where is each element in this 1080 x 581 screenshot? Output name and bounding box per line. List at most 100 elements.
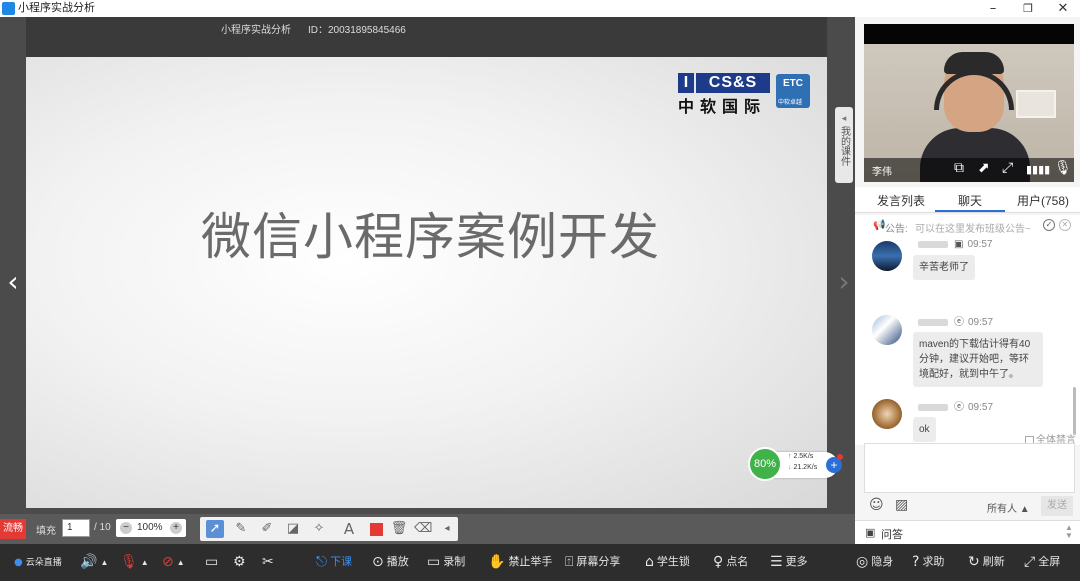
notice-placeholder[interactable]: 可以在这里发布班级公告~ bbox=[915, 220, 1031, 235]
emoji-icon[interactable]: ☺ bbox=[869, 497, 884, 513]
stage-header: 小程序实战分析 ID：20031895845466 bbox=[26, 17, 827, 57]
cloud-logo-icon: ● bbox=[14, 556, 23, 568]
camera-control[interactable]: ⊘ ▲ bbox=[162, 554, 185, 571]
playback-button[interactable]: ⊙ 播放 bbox=[372, 554, 409, 570]
chat-tabs: 发言列表 聊天 用户(758) bbox=[855, 187, 1080, 213]
next-slide-arrow-icon[interactable]: › bbox=[834, 267, 854, 297]
download-speed: ↓ 21.2K/s bbox=[788, 464, 818, 471]
slide-title: 微信小程序案例开发 bbox=[201, 208, 660, 266]
teacher-video: 李伟 ⧉ ⬈ ⤢ ▮▮▮▮ 🎙 bbox=[864, 24, 1074, 182]
avatar bbox=[872, 399, 902, 429]
zoom-in-button[interactable]: + bbox=[170, 522, 182, 534]
highlighter-icon[interactable]: ✐ bbox=[258, 520, 276, 538]
screenshot-button[interactable]: ✂ bbox=[262, 554, 277, 570]
text-icon[interactable]: A bbox=[340, 520, 358, 538]
expand-arrows-icon[interactable]: ▲ ▼ bbox=[1065, 524, 1073, 540]
screen-share-button[interactable]: ⍐ 屏幕分享 bbox=[565, 554, 620, 570]
tab-speaker-list[interactable]: 发言列表 bbox=[877, 192, 925, 209]
delete-icon[interactable]: 🗑 bbox=[390, 520, 408, 538]
avatar bbox=[872, 241, 902, 271]
notice-label: 公告: bbox=[885, 224, 908, 235]
smooth-quality-button[interactable]: 流畅 bbox=[0, 519, 26, 539]
popout-window-icon[interactable]: ⧉ bbox=[954, 160, 964, 176]
collapse-toolbar-icon[interactable]: ◂ bbox=[438, 520, 456, 538]
fullscreen-button[interactable]: ⤢ 全屏 bbox=[1024, 554, 1060, 570]
side-panel: 李伟 ⧉ ⬈ ⤢ ▮▮▮▮ 🎙 发言列表 聊天 用户(758) 📢 公告: 可以… bbox=[855, 17, 1080, 544]
zoom-control: − 100% + bbox=[116, 519, 186, 537]
course-name: 小程序实战分析 bbox=[221, 25, 291, 36]
close-button[interactable]: ✕ bbox=[1048, 0, 1078, 17]
recipient-selector[interactable]: 所有人 ▲ bbox=[987, 500, 1030, 515]
pen-icon[interactable]: ✎ bbox=[232, 520, 250, 538]
tab-users[interactable]: 用户(758) bbox=[1017, 192, 1069, 209]
room-id: ID：20031895845466 bbox=[308, 25, 406, 36]
chat-scrollbar[interactable] bbox=[1073, 387, 1076, 435]
image-icon[interactable]: ▨ bbox=[895, 497, 908, 513]
company-logo: I CS&S ETC 中软国际 中软卓越 bbox=[676, 71, 816, 116]
eraser-icon[interactable]: ⌫ bbox=[414, 520, 432, 538]
student-lock-button[interactable]: ⌂ 学生锁 bbox=[645, 554, 690, 570]
restore-button[interactable]: ❐ bbox=[1013, 0, 1043, 17]
fill-label: 填充 bbox=[36, 526, 56, 537]
page-total: / 10 bbox=[94, 522, 111, 533]
zoom-out-button[interactable]: − bbox=[120, 522, 132, 534]
courseware-tab[interactable]: ◂ 我的课件 bbox=[835, 107, 853, 183]
record-button[interactable]: ▭ 录制 bbox=[427, 554, 465, 570]
select-pointer-icon[interactable]: ➚ bbox=[206, 520, 224, 538]
microphone-control[interactable]: 🎙 ▲ bbox=[120, 554, 149, 571]
open-external-icon[interactable]: ⬈ bbox=[978, 160, 990, 176]
previous-slide-arrow-icon[interactable]: ‹ bbox=[3, 267, 23, 297]
help-icon: ? bbox=[912, 554, 920, 571]
title-bar: 小程序实战分析 – ❐ ✕ bbox=[0, 0, 1080, 17]
network-quality-percent: 80% bbox=[748, 447, 782, 481]
speaker-control[interactable]: 🔊 ▲ bbox=[80, 554, 108, 571]
teacher-name: 李伟 bbox=[872, 167, 892, 178]
minimize-button[interactable]: – bbox=[978, 0, 1008, 17]
message-meta: ▣ 09:57 bbox=[918, 239, 992, 250]
notification-dot bbox=[837, 454, 843, 460]
roll-call-button[interactable]: ♀ 点名 bbox=[713, 554, 748, 570]
close-icon[interactable]: ✕ bbox=[1059, 219, 1071, 231]
send-button[interactable]: 发送 bbox=[1041, 496, 1073, 516]
chat-input[interactable] bbox=[864, 443, 1075, 493]
confirm-icon[interactable]: ✓ bbox=[1043, 219, 1055, 231]
stealth-icon: ◎ bbox=[856, 554, 869, 571]
help-button[interactable]: ? 求助 bbox=[912, 554, 944, 570]
shape-icon[interactable]: ◪ bbox=[284, 520, 302, 538]
settings-button[interactable]: ⚙ bbox=[233, 554, 249, 570]
notice-bar: 📢 公告: 可以在这里发布班级公告~ ✓ ✕ bbox=[855, 215, 1080, 237]
megaphone-icon: 📢 bbox=[873, 220, 886, 231]
qa-bar[interactable]: ▣ 问答 ▲ ▼ bbox=[855, 520, 1080, 544]
draw-tools: ➚ ✎ ✐ ◪ ✧ A 🗑 ⌫ ◂ bbox=[200, 517, 458, 541]
message-bubble: 辛苦老师了 bbox=[913, 255, 975, 280]
video-overlay: 李伟 ⧉ ⬈ ⤢ ▮▮▮▮ 🎙 bbox=[864, 158, 1074, 182]
tab-chat[interactable]: 聊天 bbox=[958, 192, 982, 209]
message-bubble: ok bbox=[913, 417, 936, 442]
courseware-label: 我的课件 bbox=[838, 126, 850, 166]
more-button[interactable]: ☰ 更多 bbox=[770, 554, 808, 570]
speaker-icon: 🔊 bbox=[80, 554, 98, 571]
expand-icon[interactable]: ⤢ bbox=[1002, 160, 1013, 176]
zoom-level: 100% bbox=[137, 522, 163, 533]
lock-icon: ⌂ bbox=[645, 554, 654, 571]
ban-raise-hand-button[interactable]: ✋ 禁止举手 bbox=[488, 554, 552, 570]
dismiss-class-button[interactable]: ⎋ 下课 bbox=[316, 554, 352, 570]
active-tab-indicator bbox=[935, 210, 1005, 212]
hand-icon: ✋ bbox=[488, 554, 506, 571]
refresh-button[interactable]: ↻ 刷新 bbox=[968, 554, 1005, 570]
qa-label: 问答 bbox=[881, 529, 903, 541]
color-picker-icon[interactable] bbox=[370, 523, 383, 536]
drawing-toolbar: 流畅 填充 1 / 10 − 100% + ➚ ✎ ✐ ◪ ✧ A 🗑 ⌫ ◂ bbox=[0, 514, 855, 544]
play-icon: ⊙ bbox=[372, 554, 384, 571]
whiteboard-button[interactable]: ▭ bbox=[205, 554, 221, 570]
presentation-stage: 小程序实战分析 ID：20031895845466 I CS&S ETC 中软国… bbox=[0, 17, 855, 514]
page-number-input[interactable]: 1 bbox=[62, 519, 90, 537]
network-status[interactable]: 80% ↑ 2.5K/s ↓ 21.2K/s + bbox=[748, 447, 844, 483]
mic-muted-icon: 🎙 bbox=[120, 554, 138, 571]
brand-logo: ● 云朵直播 bbox=[14, 554, 62, 571]
scissors-icon: ✂ bbox=[262, 554, 274, 571]
stealth-button[interactable]: ◎ 隐身 bbox=[856, 554, 893, 570]
laser-pointer-icon[interactable]: ✧ bbox=[310, 520, 328, 538]
chevron-left-icon: ◂ bbox=[841, 113, 847, 123]
microphone-icon[interactable]: 🎙 bbox=[1054, 160, 1072, 176]
